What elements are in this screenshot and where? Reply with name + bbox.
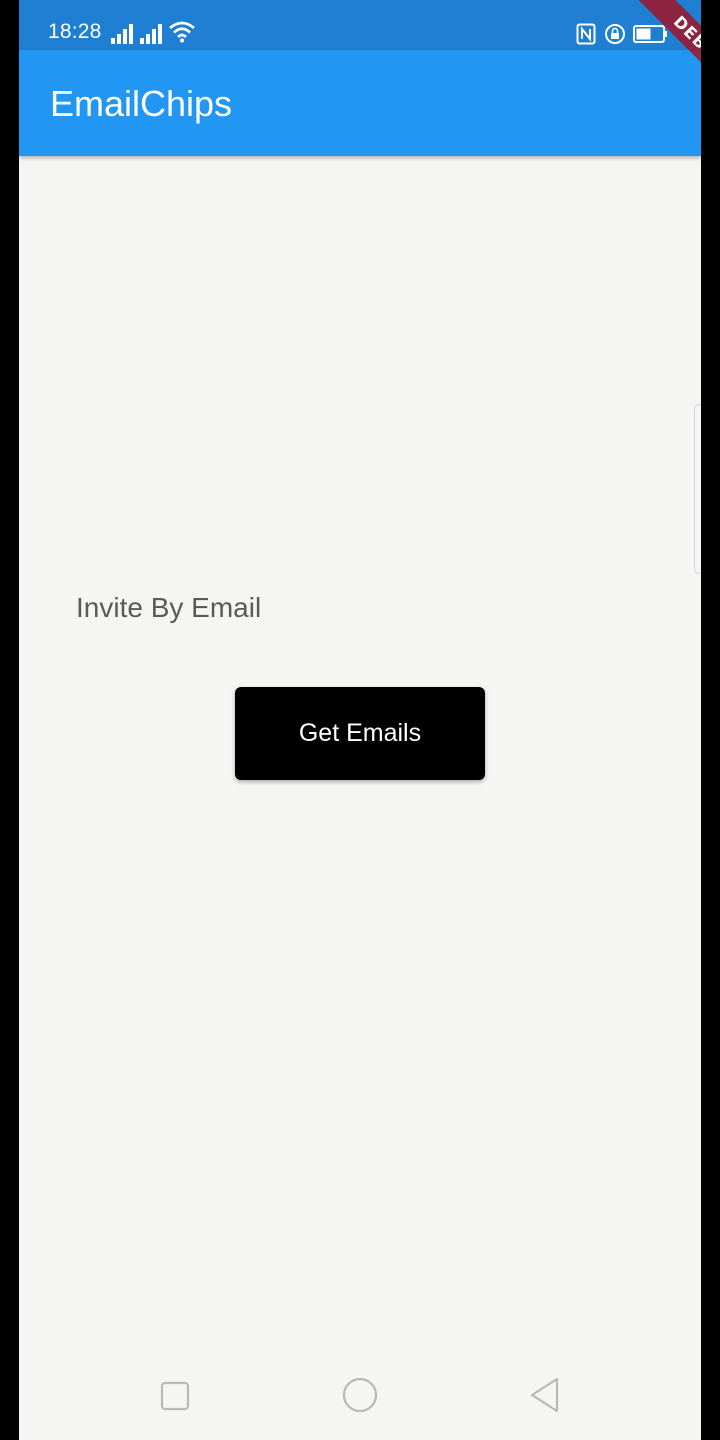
get-emails-button[interactable]: Get Emails	[235, 687, 485, 780]
status-bar: 18:28	[19, 0, 701, 50]
status-time: 18:28	[48, 20, 102, 43]
invite-by-email-label: Invite By Email	[76, 592, 262, 623]
nfc-icon	[576, 23, 596, 50]
scroll-handle[interactable]	[694, 404, 701, 574]
recents-icon[interactable]	[160, 1381, 190, 1416]
signal-icon	[111, 24, 135, 49]
battery-icon	[633, 24, 669, 49]
rotation-lock-icon	[604, 23, 626, 50]
app-bar: EmailChips	[19, 50, 701, 156]
wifi-icon	[169, 21, 195, 48]
back-icon[interactable]	[529, 1377, 561, 1418]
app-screen: 18:28 EmailChips DEBUG Invite By Email G…	[19, 0, 701, 1440]
app-title: EmailChips	[50, 83, 233, 124]
signal-icon	[140, 24, 164, 49]
home-icon[interactable]	[342, 1377, 378, 1418]
